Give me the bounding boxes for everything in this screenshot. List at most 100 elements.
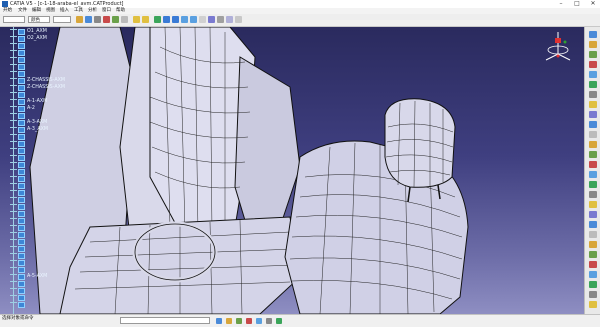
tree-node[interactable] [10, 168, 27, 175]
pan-icon[interactable] [163, 16, 170, 23]
fix-together-icon[interactable] [589, 281, 597, 288]
measure-icon[interactable] [589, 121, 597, 128]
hide-show-icon[interactable] [226, 16, 233, 23]
replace-icon[interactable] [589, 211, 597, 218]
redo-icon[interactable] [142, 16, 149, 23]
undo-icon[interactable] [133, 16, 140, 23]
tree-node[interactable] [10, 196, 27, 203]
tree-node[interactable] [10, 217, 27, 224]
update-icon[interactable] [589, 181, 597, 188]
tree-node[interactable] [10, 42, 27, 49]
tree-node[interactable] [10, 238, 27, 245]
3d-viewport[interactable]: O1_AXM O2_AXM Z-CHASSIS-AXM Z-CHASSIS-AXM A-… [0, 27, 584, 314]
tree-node[interactable]: O2_AXM [10, 35, 47, 42]
fix-icon[interactable] [589, 231, 597, 238]
quick-constraint-icon[interactable] [589, 291, 597, 298]
publish-icon[interactable] [589, 151, 597, 158]
tree-node[interactable] [10, 210, 27, 217]
status-icon-6[interactable] [266, 318, 272, 324]
multi-instantiate-icon[interactable] [589, 221, 597, 228]
maximize-button[interactable]: □ [572, 0, 582, 8]
status-icon-7[interactable] [276, 318, 282, 324]
tree-node[interactable] [10, 161, 27, 168]
tree-node[interactable] [10, 140, 27, 147]
tree-node[interactable] [10, 49, 27, 56]
tree-node[interactable]: A-1-AXM [10, 98, 47, 105]
fit-all-icon[interactable] [154, 16, 161, 23]
workbench-icon[interactable] [589, 31, 597, 38]
tree-node[interactable] [10, 175, 27, 182]
open-icon[interactable] [76, 16, 83, 23]
tree-node[interactable] [10, 224, 27, 231]
tree-node[interactable]: A-3-AXM [10, 119, 47, 126]
snap-icon[interactable] [589, 81, 597, 88]
tree-node[interactable] [10, 154, 27, 161]
tree-node[interactable] [10, 287, 27, 294]
status-icon-1[interactable] [216, 318, 222, 324]
clash-icon[interactable] [589, 101, 597, 108]
tree-node[interactable] [10, 280, 27, 287]
tree-node[interactable]: Z-CHASSIS-AXM [10, 84, 65, 91]
tree-node[interactable] [10, 259, 27, 266]
linetype-select[interactable] [53, 16, 71, 23]
tree-node[interactable] [10, 294, 27, 301]
cut-icon[interactable] [103, 16, 110, 23]
tree-node[interactable] [10, 301, 27, 308]
swap-visible-space-icon[interactable] [235, 16, 242, 23]
tree-node[interactable] [10, 252, 27, 259]
tree-node[interactable] [10, 56, 27, 63]
manipulation-icon[interactable] [589, 191, 597, 198]
layer-select[interactable] [3, 16, 25, 23]
rotate-icon[interactable] [172, 16, 179, 23]
tree-node[interactable]: Z-CHASSIS-AXM [10, 77, 65, 84]
normal-view-icon[interactable] [199, 16, 206, 23]
tree-node[interactable] [10, 203, 27, 210]
color-select[interactable]: 颜色 [28, 16, 50, 23]
tree-node[interactable] [10, 91, 27, 98]
status-icon-2[interactable] [226, 318, 232, 324]
move-icon[interactable] [589, 71, 597, 78]
flexible-icon[interactable] [589, 301, 597, 308]
paste-icon[interactable] [121, 16, 128, 23]
product-icon[interactable] [589, 51, 597, 58]
tree-node[interactable] [10, 266, 27, 273]
reorder-icon[interactable] [589, 201, 597, 208]
tree-node[interactable]: O1_AXM [10, 28, 47, 35]
tree-node[interactable]: A-3_AXM [10, 126, 48, 133]
save-icon[interactable] [85, 16, 92, 23]
shading-icon[interactable] [217, 16, 224, 23]
tree-node[interactable] [10, 182, 27, 189]
tree-node[interactable]: A-2 [10, 105, 35, 112]
tree-node[interactable] [10, 147, 27, 154]
status-icon-5[interactable] [256, 318, 262, 324]
bill-of-material-icon[interactable] [589, 171, 597, 178]
coincidence-icon[interactable] [589, 241, 597, 248]
minimize-button[interactable]: – [556, 0, 566, 8]
command-input[interactable] [120, 317, 210, 324]
compass-icon[interactable] [540, 30, 576, 70]
angle-icon[interactable] [589, 271, 597, 278]
annotation-icon[interactable] [589, 131, 597, 138]
part-icon[interactable] [589, 41, 597, 48]
isometric-view-icon[interactable] [208, 16, 215, 23]
copy-icon[interactable] [112, 16, 119, 23]
tree-node[interactable] [10, 63, 27, 70]
print-icon[interactable] [94, 16, 101, 23]
zoom-in-icon[interactable] [181, 16, 188, 23]
section-icon[interactable] [589, 111, 597, 118]
tree-node[interactable] [10, 231, 27, 238]
status-icon-4[interactable] [246, 318, 252, 324]
status-icon-3[interactable] [236, 318, 242, 324]
tree-node[interactable] [10, 112, 27, 119]
tree-node[interactable] [10, 245, 27, 252]
tree-node[interactable] [10, 133, 27, 140]
contact-icon[interactable] [589, 251, 597, 258]
offset-icon[interactable] [589, 261, 597, 268]
scene-icon[interactable] [589, 161, 597, 168]
tree-node[interactable]: A-5-AXM [10, 273, 47, 280]
close-button[interactable]: ✕ [588, 0, 598, 8]
tree-node[interactable] [10, 70, 27, 77]
zoom-out-icon[interactable] [190, 16, 197, 23]
constraint-icon[interactable] [589, 61, 597, 68]
explode-icon[interactable] [589, 91, 597, 98]
